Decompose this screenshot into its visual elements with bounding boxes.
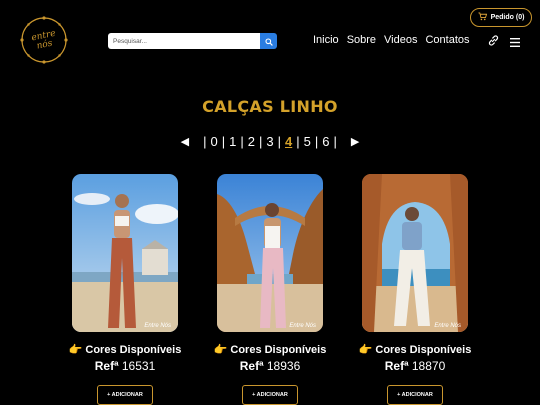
nav-sobre[interactable]: Sobre bbox=[347, 34, 376, 46]
cart-label: Pedido (0) bbox=[490, 14, 525, 21]
available-colors-label[interactable]: 👉 Cores Disponíveis bbox=[45, 343, 205, 356]
available-colors-label[interactable]: 👉 Cores Disponíveis bbox=[190, 343, 350, 356]
page-link-6[interactable]: 6 bbox=[322, 134, 329, 149]
product-card[interactable]: Entre Nós bbox=[72, 174, 178, 332]
add-to-cart-button[interactable]: + ADICIONAR bbox=[97, 385, 153, 405]
prev-page-button[interactable]: ◀ bbox=[181, 135, 189, 148]
logo[interactable]: entre nós bbox=[18, 14, 70, 66]
search-bar bbox=[108, 33, 277, 49]
product-ref: Refª 18936 bbox=[239, 359, 301, 373]
search-input[interactable] bbox=[108, 33, 260, 49]
watermark: Entre Nós bbox=[434, 323, 461, 329]
cart-button[interactable]: Pedido (0) bbox=[470, 8, 532, 27]
product-card[interactable]: Entre Nós bbox=[217, 174, 323, 332]
hamburger-menu-icon[interactable] bbox=[509, 35, 521, 47]
watermark: Entre Nós bbox=[144, 323, 171, 329]
nav-inicio[interactable]: Inicio bbox=[313, 34, 339, 46]
product-ref: Refª 16531 bbox=[94, 359, 156, 373]
page-link-4-active[interactable]: 4 bbox=[285, 134, 292, 149]
page-link-2[interactable]: 2 bbox=[248, 134, 255, 149]
page-link-1[interactable]: 1 bbox=[229, 134, 236, 149]
main-nav: Inicio Sobre Videos Contatos bbox=[313, 34, 470, 46]
nav-videos[interactable]: Videos bbox=[384, 34, 417, 46]
nav-contatos[interactable]: Contatos bbox=[425, 34, 469, 46]
cart-icon bbox=[478, 12, 487, 23]
search-button[interactable] bbox=[260, 33, 277, 49]
search-icon bbox=[264, 34, 273, 49]
next-page-button[interactable]: ▶ bbox=[351, 135, 359, 148]
page-link-0[interactable]: 0 bbox=[211, 134, 218, 149]
product-photo[interactable]: Entre Nós bbox=[72, 174, 178, 332]
page-link-3[interactable]: 3 bbox=[266, 134, 273, 149]
product-photo[interactable]: Entre Nós bbox=[217, 174, 323, 332]
watermark: Entre Nós bbox=[289, 323, 316, 329]
product-photo[interactable]: Entre Nós bbox=[362, 174, 468, 332]
page-title: CALÇAS LINHO bbox=[202, 97, 338, 116]
link-icon[interactable] bbox=[487, 34, 500, 47]
add-to-cart-button[interactable]: + ADICIONAR bbox=[387, 385, 443, 405]
product-ref: Refª 18870 bbox=[384, 359, 446, 373]
add-to-cart-button[interactable]: + ADICIONAR bbox=[242, 385, 298, 405]
product-card[interactable]: Entre Nós bbox=[362, 174, 468, 332]
available-colors-label[interactable]: 👉 Cores Disponíveis bbox=[335, 343, 495, 356]
page-link-5[interactable]: 5 bbox=[304, 134, 311, 149]
pagination: ◀ | 0 | 1 | 2 | 3 | 4 | 5 | 6 | ▶ bbox=[180, 133, 360, 149]
